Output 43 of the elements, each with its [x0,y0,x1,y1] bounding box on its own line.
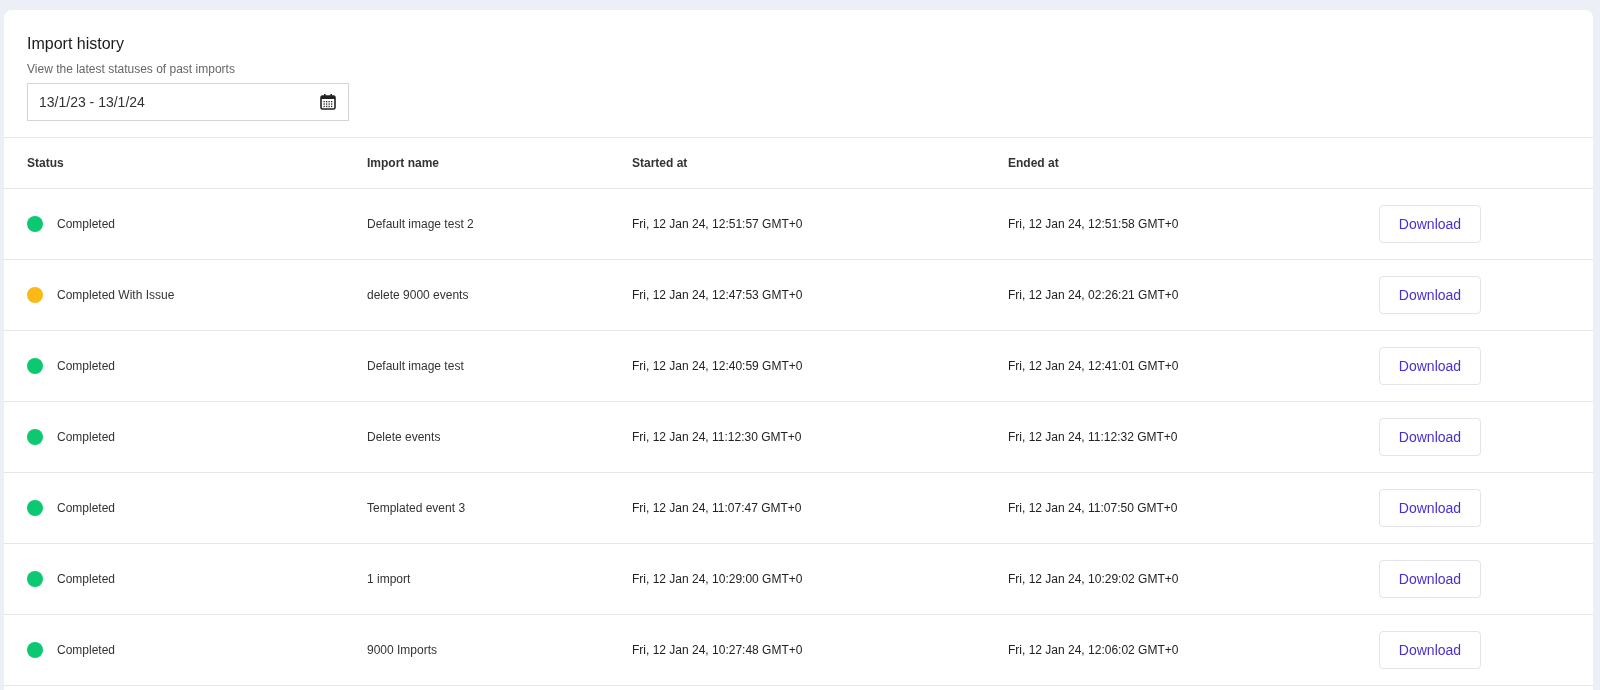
column-header: Ended at [1008,155,1059,172]
download-button[interactable]: Download [1379,205,1481,243]
ended-at: Fri, 12 Jan 24, 12:06:02 GMT+0 [1008,642,1179,659]
started-at: Fri, 12 Jan 24, 12:47:53 GMT+0 [632,287,803,304]
started-at: Fri, 12 Jan 24, 12:51:57 GMT+0 [632,216,803,233]
import-name: 9000 Imports [367,642,438,659]
column-header: Status [27,155,64,172]
status-text: Completed [57,571,116,588]
import-name: Templated event 3 [367,500,466,517]
download-button[interactable]: Download [1379,418,1481,456]
status-text: Completed [57,500,116,517]
calendar-icon [319,93,337,111]
ended-at: Fri, 12 Jan 24, 11:12:32 GMT+0 [1008,429,1178,446]
import-name: Default image test [367,358,464,375]
column-header: Started at [632,155,688,172]
status-text: Completed With Issue [57,287,175,304]
ended-at: Fri, 12 Jan 24, 12:51:58 GMT+0 [1008,216,1179,233]
ended-at: Fri, 12 Jan 24, 10:29:02 GMT+0 [1008,571,1179,588]
import-name: 1 import [367,571,411,588]
ended-at: Fri, 12 Jan 24, 11:07:50 GMT+0 [1008,500,1178,517]
started-at: Fri, 12 Jan 24, 11:12:30 GMT+0 [632,429,802,446]
ended-at: Fri, 12 Jan 24, 02:26:21 GMT+0 [1008,287,1179,304]
import-name: Delete events [367,429,441,446]
status-text: Completed [57,358,116,375]
column-header: Import name [367,155,439,172]
status-text: Completed [57,216,116,233]
download-button[interactable]: Download [1379,631,1481,669]
page-subtitle: View the latest statuses of past imports [27,61,236,78]
import-name: Default image test 2 [367,216,474,233]
started-at: Fri, 12 Jan 24, 11:07:47 GMT+0 [632,500,802,517]
started-at: Fri, 12 Jan 24, 12:40:59 GMT+0 [632,358,803,375]
download-button[interactable]: Download [1379,560,1481,598]
date-range-field[interactable]: 13/1/23 - 13/1/24 [27,83,349,121]
status-text: Completed [57,429,116,446]
download-button[interactable]: Download [1379,489,1481,527]
page-title: Import history [27,34,125,54]
status-text: Completed [57,642,116,659]
download-button[interactable]: Download [1379,347,1481,385]
ended-at: Fri, 12 Jan 24, 12:41:01 GMT+0 [1008,358,1179,375]
download-button[interactable]: Download [1379,276,1481,314]
import-name: delete 9000 events [367,287,469,304]
started-at: Fri, 12 Jan 24, 10:27:48 GMT+0 [632,642,803,659]
started-at: Fri, 12 Jan 24, 10:29:00 GMT+0 [632,571,803,588]
